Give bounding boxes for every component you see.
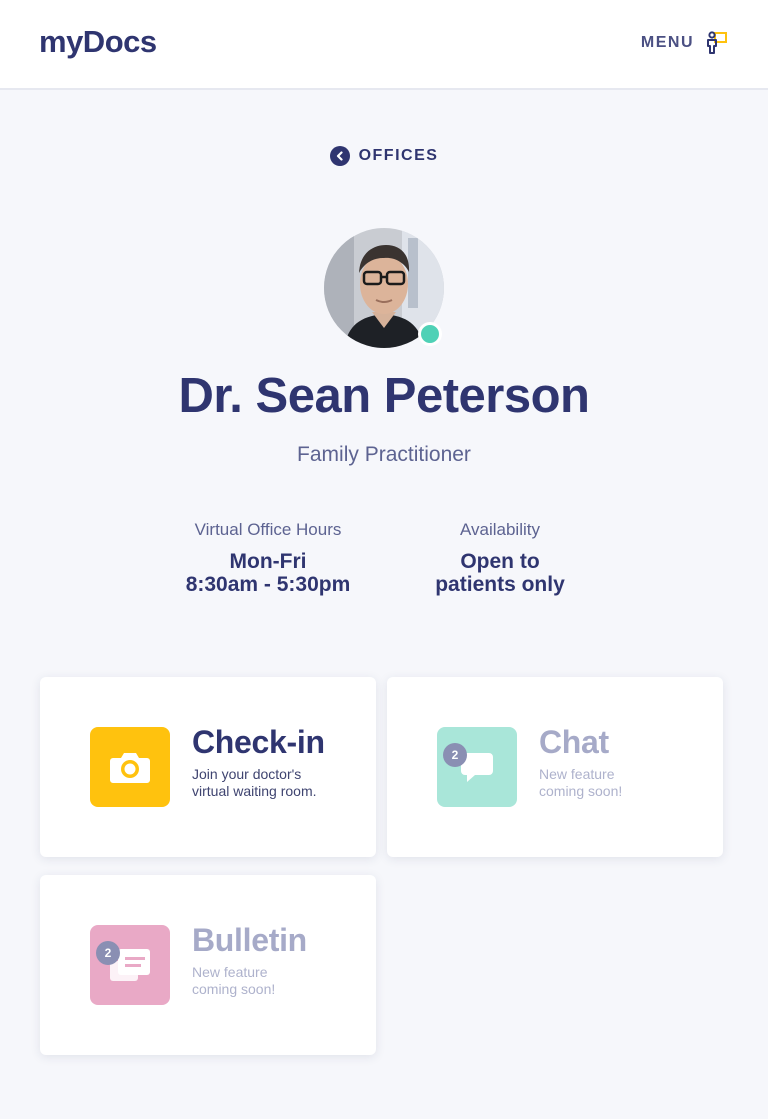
- office-hours-days: Mon-Fri: [229, 550, 307, 573]
- menu-button[interactable]: MENU: [641, 30, 730, 56]
- office-hours-times: 8:30am - 5:30pm: [185, 573, 351, 596]
- doctor-role: Family Practitioner: [297, 443, 471, 466]
- office-hours-label: Virtual Office Hours: [194, 520, 342, 539]
- camera-icon: [110, 753, 150, 783]
- availability-line-1: Open to: [460, 550, 540, 573]
- doctor-name: Dr. Sean Peterson: [178, 369, 590, 423]
- chevron-left-circle-icon: [329, 146, 350, 166]
- bulletin-badge: 2: [96, 941, 120, 965]
- bulletin-title: Bulletin: [192, 922, 307, 958]
- menu-label: MENU: [640, 34, 694, 51]
- app-logo[interactable]: myDocs: [39, 24, 157, 60]
- bulletin-card[interactable]: 2 Bulletin New feature coming soon!: [40, 875, 376, 1055]
- check-in-description: Join your doctor's virtual waiting room.: [192, 766, 362, 800]
- bulletin-desc-line-2: coming soon!: [192, 981, 276, 997]
- availability-label: Availability: [459, 520, 540, 539]
- check-in-desc-line-2: virtual waiting room.: [192, 783, 317, 799]
- office-hours-block: Virtual Office Hours Mon-Fri 8:30am - 5:…: [138, 520, 398, 596]
- chat-desc-line-1: New feature: [539, 766, 615, 782]
- person-menu-icon: [707, 31, 727, 54]
- availability-line-2: patients only: [435, 573, 565, 596]
- bulletin-desc-line-1: New feature: [192, 964, 268, 980]
- back-nav: OFFICES: [0, 146, 768, 166]
- back-to-offices-link[interactable]: OFFICES: [329, 146, 439, 166]
- bulletin-icon-tile: 2: [90, 925, 170, 1005]
- chat-card[interactable]: 2 Chat New feature coming soon!: [387, 677, 723, 857]
- check-in-desc-line-1: Join your doctor's: [192, 766, 302, 782]
- chat-description: New feature coming soon!: [539, 766, 709, 800]
- office-hours-value: Mon-Fri 8:30am - 5:30pm: [138, 550, 398, 596]
- chat-title: Chat: [539, 724, 609, 760]
- check-in-card[interactable]: Check-in Join your doctor's virtual wait…: [40, 677, 376, 857]
- doctor-avatar: [324, 228, 444, 348]
- bulletin-description: New feature coming soon!: [192, 964, 362, 998]
- chat-badge: 2: [443, 743, 467, 767]
- check-in-title: Check-in: [192, 724, 325, 760]
- back-label: OFFICES: [358, 147, 439, 164]
- online-status-dot: [418, 322, 442, 346]
- check-in-icon-tile: [90, 727, 170, 807]
- chat-icon-tile: 2: [437, 727, 517, 807]
- chat-desc-line-2: coming soon!: [539, 783, 623, 799]
- app-header: myDocs MENU: [0, 0, 768, 90]
- availability-block: Availability Open to patients only: [370, 520, 630, 596]
- availability-value: Open to patients only: [370, 550, 630, 596]
